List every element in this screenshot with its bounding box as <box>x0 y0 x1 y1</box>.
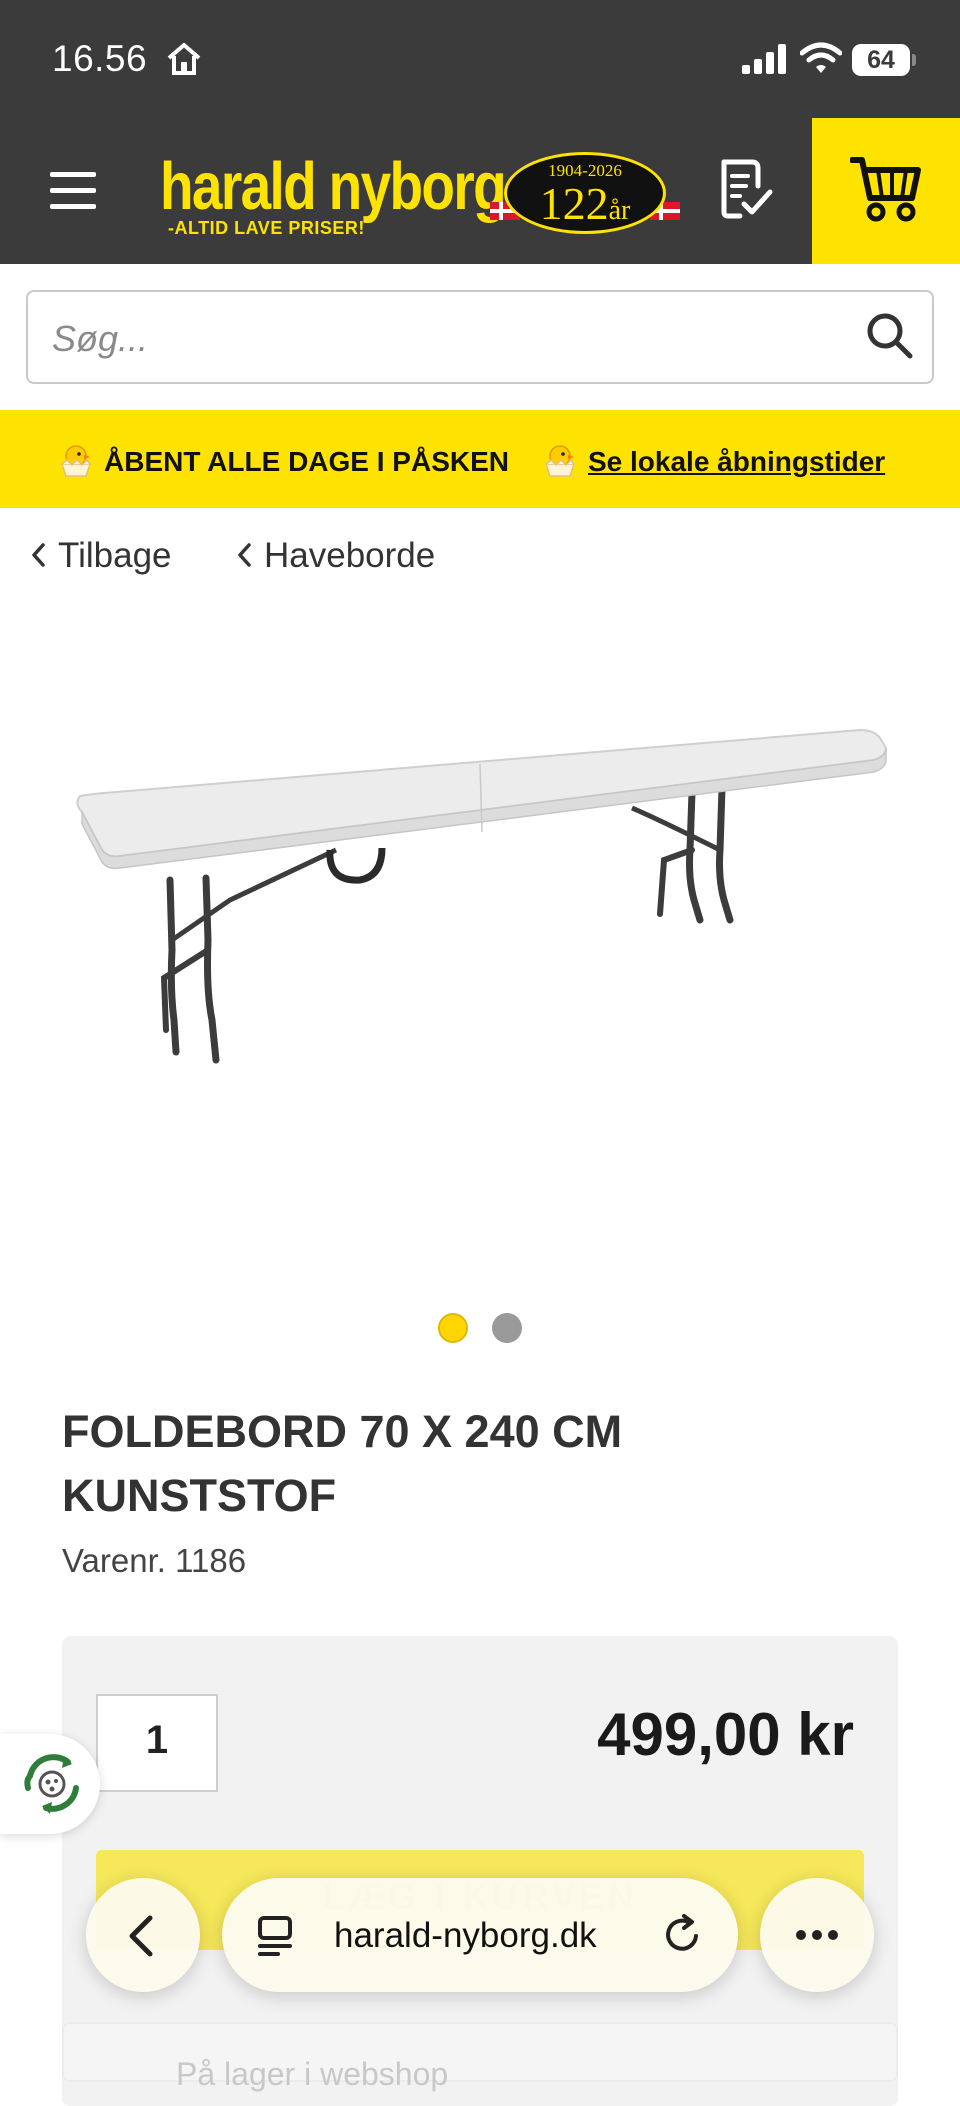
carousel-dot[interactable] <box>492 1313 522 1343</box>
delivery-text: På lager i webshop <box>176 2056 449 2092</box>
signal-icon <box>742 44 786 74</box>
banner-text: ÅBENT ALLE DAGE I PÅSKEN <box>104 446 509 477</box>
browser-back-button[interactable] <box>86 1878 200 1992</box>
wifi-icon <box>800 42 842 73</box>
anniversary-unit: år <box>608 195 631 226</box>
easter-chick-icon <box>60 445 92 477</box>
carousel-dot-active[interactable] <box>438 1313 468 1343</box>
page-menu-icon[interactable] <box>256 1914 296 1958</box>
battery-icon: 64 <box>852 44 910 76</box>
brand-tagline: -ALTID LAVE PRISER! <box>168 218 365 238</box>
browser-more-button[interactable] <box>760 1878 874 1992</box>
home-icon <box>167 43 201 75</box>
battery-level: 64 <box>867 46 895 74</box>
search-input[interactable] <box>26 290 934 384</box>
opening-hours-link[interactable]: Se lokale åbningstider <box>588 446 885 478</box>
product-title: FOLDEBORD 70 X 240 CM KUNSTSTOF <box>62 1406 623 1521</box>
reload-icon[interactable] <box>662 1914 704 1956</box>
back-label: Tilbage <box>58 536 172 575</box>
browser-url[interactable]: harald-nyborg.dk <box>334 1916 597 1956</box>
more-icon <box>796 1930 838 1940</box>
anniversary-count: 122år <box>539 178 631 229</box>
brand-logo[interactable]: harald nyborg <box>160 148 507 225</box>
category-label: Haveborde <box>264 536 436 575</box>
battery-tip <box>912 54 916 66</box>
back-link[interactable]: Tilbage <box>30 536 172 576</box>
product-price: 499,00 kr <box>597 1701 854 1768</box>
product-sku: Varenr. 1186 <box>62 1542 247 1579</box>
cart-icon[interactable] <box>850 154 922 224</box>
anniversary-badge: 1904-2026 122år <box>504 152 666 234</box>
easter-chick-icon <box>544 445 576 477</box>
chevron-left-icon <box>32 543 45 567</box>
quantity-value[interactable]: 1 <box>96 1718 218 1763</box>
status-time: 16.56 <box>52 38 148 79</box>
recycle-icon[interactable] <box>18 1750 86 1818</box>
chevron-left-icon <box>238 543 251 567</box>
shopping-list-icon[interactable] <box>716 158 774 220</box>
menu-icon[interactable] <box>50 172 96 210</box>
product-image[interactable] <box>60 700 900 1130</box>
chevron-left-icon <box>129 1915 153 1957</box>
search-placeholder: Søg... <box>52 318 149 359</box>
breadcrumb-category[interactable]: Haveborde <box>236 536 435 576</box>
search-icon[interactable] <box>864 310 914 360</box>
